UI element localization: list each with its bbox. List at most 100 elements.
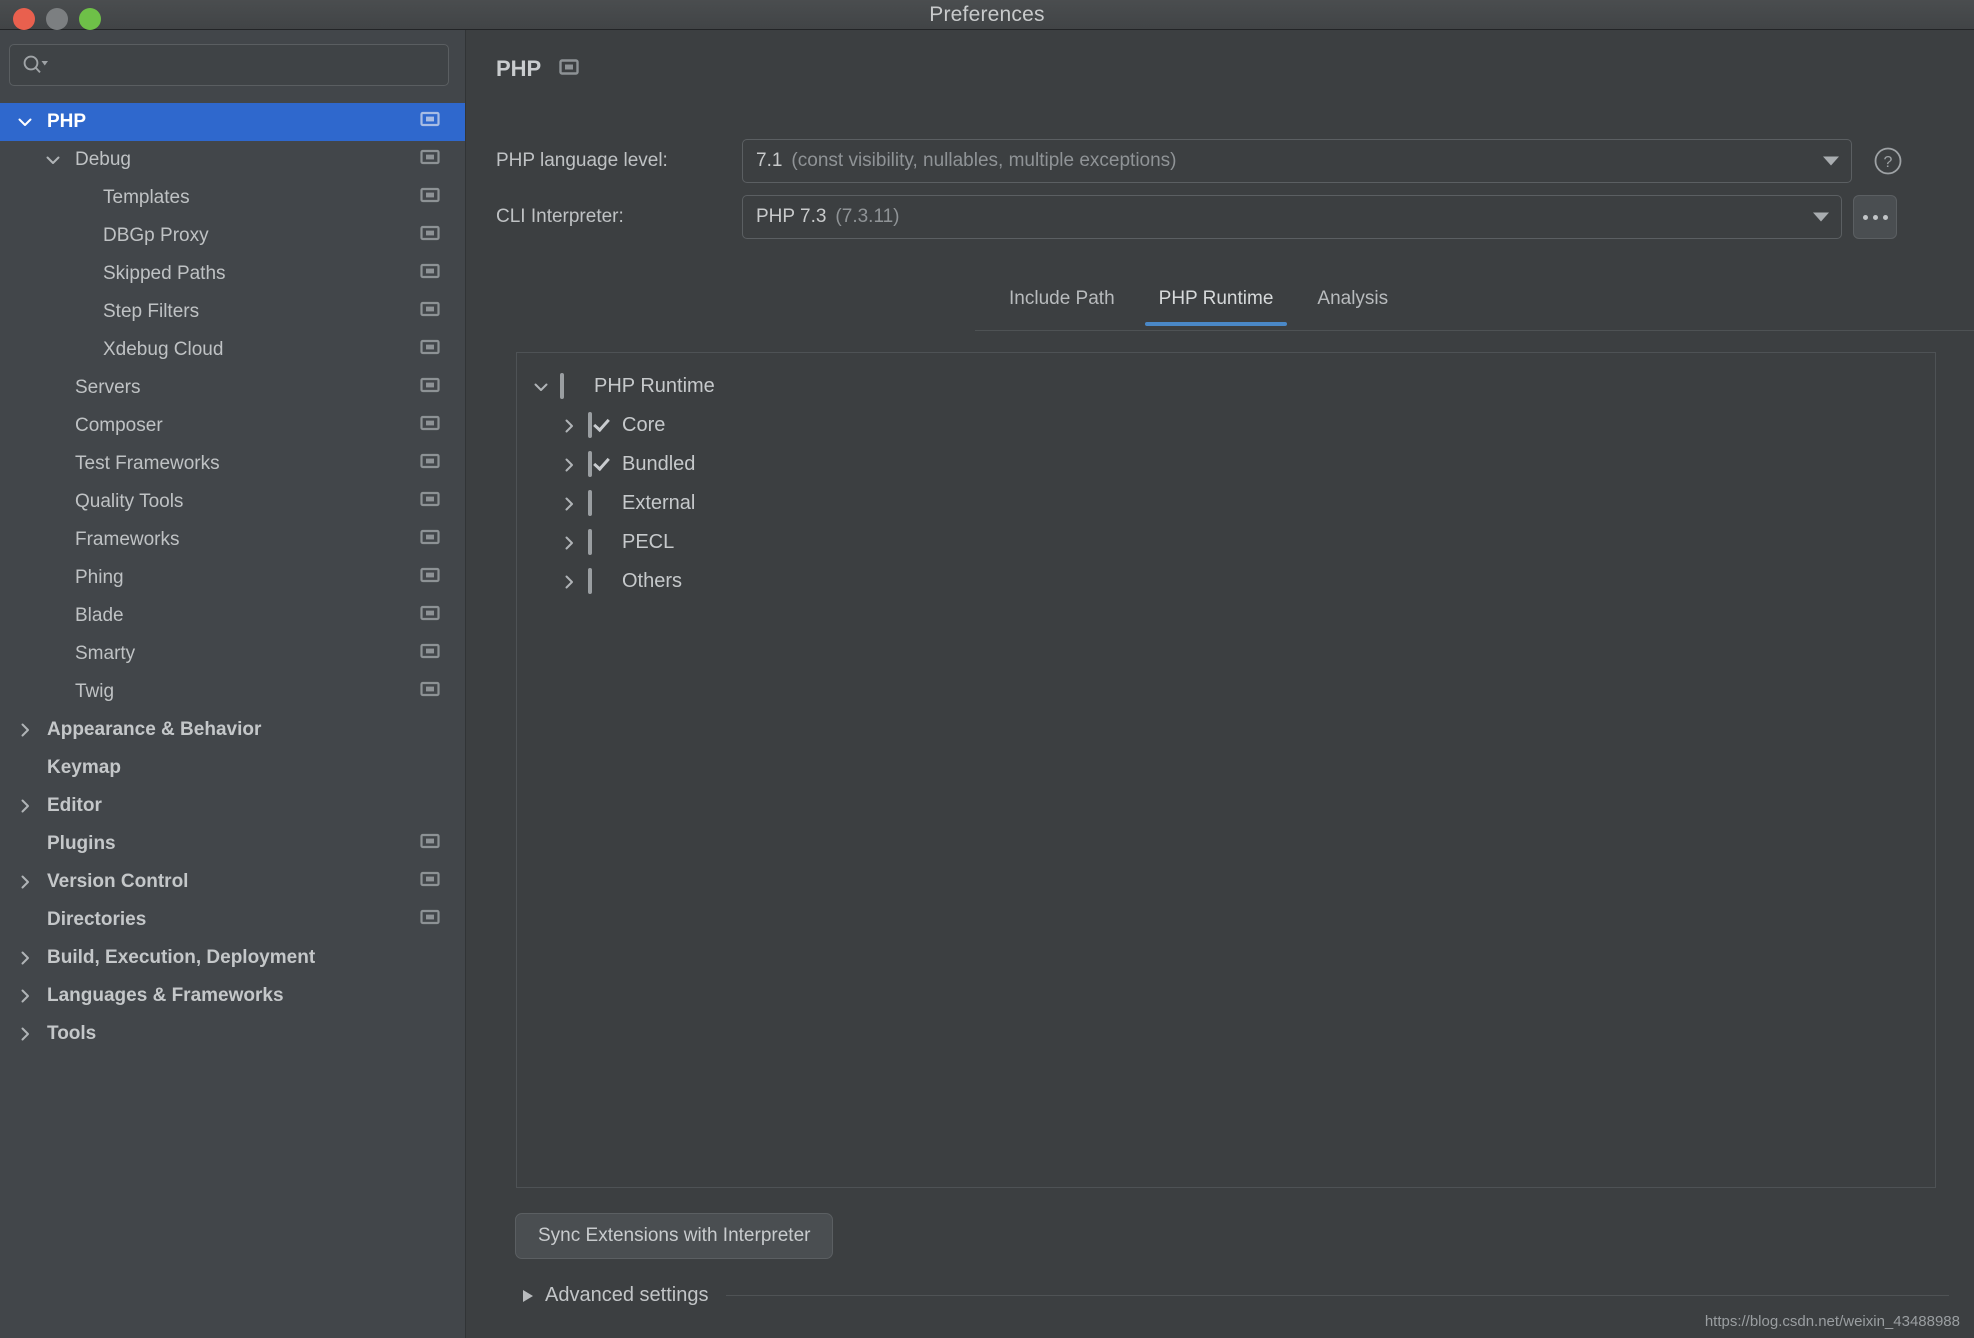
- maximize-button[interactable]: [79, 8, 101, 30]
- sidebar-item-phing[interactable]: Phing: [0, 559, 465, 597]
- project-scope-icon[interactable]: [559, 57, 579, 82]
- sidebar-item-plugins[interactable]: Plugins: [0, 825, 465, 863]
- project-scope-icon[interactable]: [420, 413, 440, 439]
- advanced-settings-label: Advanced settings: [545, 1284, 709, 1306]
- sidebar-item-servers[interactable]: Servers: [0, 369, 465, 407]
- close-button[interactable]: [13, 8, 35, 30]
- chevron-down-icon[interactable]: [529, 375, 553, 399]
- sidebar-item-label: Test Frameworks: [75, 453, 220, 474]
- runtime-tree-row[interactable]: PHP Runtime: [517, 367, 1935, 406]
- tab-analysis[interactable]: Analysis: [1295, 288, 1410, 326]
- sidebar-item-composer[interactable]: Composer: [0, 407, 465, 445]
- sidebar-item-appearance-behavior[interactable]: Appearance & Behavior: [0, 711, 465, 749]
- project-scope-icon[interactable]: [420, 907, 440, 933]
- sidebar-item-twig[interactable]: Twig: [0, 673, 465, 711]
- sidebar-item-templates[interactable]: Templates: [0, 179, 465, 217]
- cli-interpreter-value: PHP 7.3: [756, 206, 827, 227]
- search-input[interactable]: [50, 55, 448, 75]
- sidebar-item-dbgp-proxy[interactable]: DBGp Proxy: [0, 217, 465, 255]
- chevron-right-icon[interactable]: [14, 1023, 36, 1045]
- checkbox-partial-icon: [560, 372, 564, 399]
- project-scope-icon[interactable]: [420, 451, 440, 477]
- sidebar-item-debug[interactable]: Debug: [0, 141, 465, 179]
- minimize-button[interactable]: [46, 8, 68, 30]
- extension-checkbox[interactable]: [560, 372, 584, 399]
- chevron-right-icon[interactable]: [14, 871, 36, 893]
- sidebar-item-tools[interactable]: Tools: [0, 1015, 465, 1053]
- runtime-tree-row[interactable]: Others: [517, 562, 1935, 601]
- project-scope-icon[interactable]: [420, 489, 440, 515]
- settings-category-tree: PHP Debug Templates DBGp Proxy Skipped Paths…: [0, 103, 465, 1053]
- project-scope-icon[interactable]: [420, 565, 440, 591]
- tab-php-runtime[interactable]: PHP Runtime: [1137, 288, 1296, 326]
- checkbox-checked-icon: [588, 450, 592, 477]
- tab-include-path[interactable]: Include Path: [987, 288, 1137, 326]
- sidebar-item-php[interactable]: PHP: [0, 103, 465, 141]
- project-scope-icon[interactable]: [420, 831, 440, 857]
- runtime-tree-row[interactable]: Bundled: [517, 445, 1935, 484]
- sidebar-item-step-filters[interactable]: Step Filters: [0, 293, 465, 331]
- project-scope-icon[interactable]: [420, 185, 440, 211]
- sidebar-item-quality-tools[interactable]: Quality Tools: [0, 483, 465, 521]
- project-scope-icon[interactable]: [420, 679, 440, 705]
- sidebar-item-blade[interactable]: Blade: [0, 597, 465, 635]
- project-scope-icon[interactable]: [420, 375, 440, 401]
- sidebar-item-languages-frameworks[interactable]: Languages & Frameworks: [0, 977, 465, 1015]
- page-header: PHP: [496, 56, 579, 82]
- help-icon[interactable]: ?: [1872, 145, 1904, 177]
- extension-checkbox[interactable]: [588, 411, 612, 438]
- sidebar-item-directories[interactable]: Directories: [0, 901, 465, 939]
- sidebar-item-version-control[interactable]: Version Control: [0, 863, 465, 901]
- checkbox-partial-icon: [588, 567, 592, 594]
- project-scope-icon[interactable]: [420, 869, 440, 895]
- sidebar-item-test-frameworks[interactable]: Test Frameworks: [0, 445, 465, 483]
- chevron-right-icon[interactable]: [14, 719, 36, 741]
- cli-interpreter-label: CLI Interpreter:: [496, 206, 624, 227]
- chevron-right-icon[interactable]: [557, 531, 581, 555]
- chevron-right-icon[interactable]: [14, 947, 36, 969]
- php-runtime-extensions-tree[interactable]: PHP Runtime Core Bundled External PECL Others: [516, 352, 1936, 1188]
- sidebar-item-label: Frameworks: [75, 529, 180, 550]
- sidebar-item-editor[interactable]: Editor: [0, 787, 465, 825]
- project-scope-icon[interactable]: [420, 337, 440, 363]
- chevron-right-icon[interactable]: [14, 985, 36, 1007]
- sidebar-item-smarty[interactable]: Smarty: [0, 635, 465, 673]
- project-scope-icon[interactable]: [420, 147, 440, 173]
- project-scope-icon[interactable]: [420, 261, 440, 287]
- runtime-tree-row[interactable]: Core: [517, 406, 1935, 445]
- search-box[interactable]: [9, 44, 449, 86]
- sidebar-item-skipped-paths[interactable]: Skipped Paths: [0, 255, 465, 293]
- project-scope-icon[interactable]: [420, 223, 440, 249]
- chevron-right-icon[interactable]: [557, 414, 581, 438]
- sidebar-item-frameworks[interactable]: Frameworks: [0, 521, 465, 559]
- section-divider: [726, 1295, 1949, 1296]
- sidebar-item-label: PHP: [47, 111, 87, 132]
- cli-interpreter-select[interactable]: PHP 7.3 (7.3.11): [742, 195, 1842, 239]
- advanced-settings-section[interactable]: Advanced settings: [515, 1284, 1955, 1307]
- runtime-tree-row[interactable]: PECL: [517, 523, 1935, 562]
- project-scope-icon[interactable]: [420, 299, 440, 325]
- project-scope-icon[interactable]: [420, 527, 440, 553]
- chevron-right-icon[interactable]: [14, 795, 36, 817]
- extension-checkbox[interactable]: [588, 567, 612, 594]
- extension-checkbox[interactable]: [588, 528, 612, 555]
- project-scope-icon[interactable]: [420, 109, 440, 135]
- sidebar-item-xdebug-cloud[interactable]: Xdebug Cloud: [0, 331, 465, 369]
- project-scope-icon[interactable]: [420, 603, 440, 629]
- project-scope-icon[interactable]: [420, 641, 440, 667]
- cli-interpreter-browse-button[interactable]: [1853, 195, 1897, 239]
- sidebar-item-keymap[interactable]: Keymap: [0, 749, 465, 787]
- runtime-tree-row[interactable]: External: [517, 484, 1935, 523]
- sidebar-item-build-execution-deployment[interactable]: Build, Execution, Deployment: [0, 939, 465, 977]
- chevron-right-icon[interactable]: [557, 570, 581, 594]
- chevron-right-icon[interactable]: [557, 492, 581, 516]
- php-language-level-select[interactable]: 7.1 (const visibility, nullables, multip…: [742, 139, 1852, 183]
- chevron-down-icon[interactable]: [14, 111, 36, 133]
- sidebar-item-label: Debug: [75, 149, 131, 170]
- chevron-down-icon[interactable]: [42, 149, 64, 171]
- extension-checkbox[interactable]: [588, 450, 612, 477]
- sync-extensions-button[interactable]: Sync Extensions with Interpreter: [515, 1213, 834, 1259]
- chevron-right-icon[interactable]: [557, 453, 581, 477]
- extension-checkbox[interactable]: [588, 489, 612, 516]
- tabs-divider: [975, 330, 1974, 331]
